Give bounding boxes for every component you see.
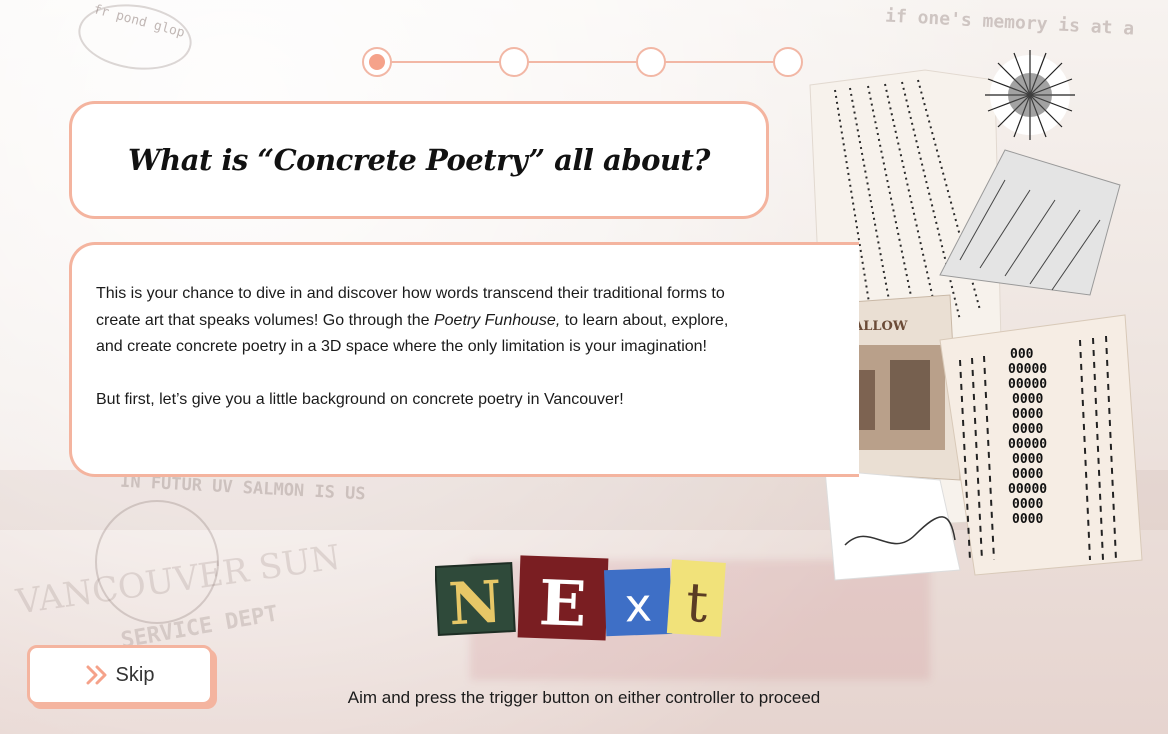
svg-text:000: 000 <box>1010 347 1034 362</box>
poetry-funhouse-title: Poetry Funhouse, <box>433 311 561 329</box>
intro-text: This is your chance to dive in and disco… <box>96 281 756 439</box>
progress-line <box>378 61 788 63</box>
background-stamp-circle <box>95 500 219 624</box>
svg-text:0000: 0000 <box>1012 512 1043 527</box>
skip-button[interactable]: Skip <box>27 645 213 705</box>
progress-indicator <box>362 46 804 78</box>
svg-text:0000: 0000 <box>1012 452 1043 467</box>
svg-text:00000: 00000 <box>1008 437 1047 452</box>
svg-text:0000: 0000 <box>1012 392 1043 407</box>
next-button[interactable]: N E x t <box>434 553 727 645</box>
svg-text:0000: 0000 <box>1012 407 1043 422</box>
intro-paragraph-2: But first, let’s give you a little backg… <box>96 390 624 408</box>
progress-step-3 <box>636 47 666 77</box>
title-card: What is “Concrete Poetry” all about? <box>69 101 769 219</box>
next-letter-e: E <box>538 566 588 641</box>
progress-step-1 <box>362 47 392 77</box>
controller-hint: Aim and press the trigger button on eith… <box>347 688 821 707</box>
intro-card: This is your chance to dive in and disco… <box>69 242 859 477</box>
svg-text:00000: 00000 <box>1008 377 1047 392</box>
svg-text:00000: 00000 <box>1008 362 1047 377</box>
svg-text:0000: 0000 <box>1012 497 1043 512</box>
page-title: What is “Concrete Poetry” all about? <box>128 143 710 177</box>
intro-paragraph-1: This is your chance to dive in and disco… <box>96 281 756 361</box>
progress-step-2 <box>499 47 529 77</box>
skip-button-label: Skip <box>115 663 155 686</box>
double-chevron-right-icon <box>86 665 107 685</box>
next-button-graphic: N E x t <box>434 555 726 641</box>
svg-text:0000: 0000 <box>1012 422 1043 437</box>
next-letter-x: x <box>624 578 653 633</box>
svg-text:0000: 0000 <box>1012 467 1043 482</box>
svg-text:00000: 00000 <box>1008 482 1047 497</box>
next-letter-n: N <box>447 568 504 639</box>
